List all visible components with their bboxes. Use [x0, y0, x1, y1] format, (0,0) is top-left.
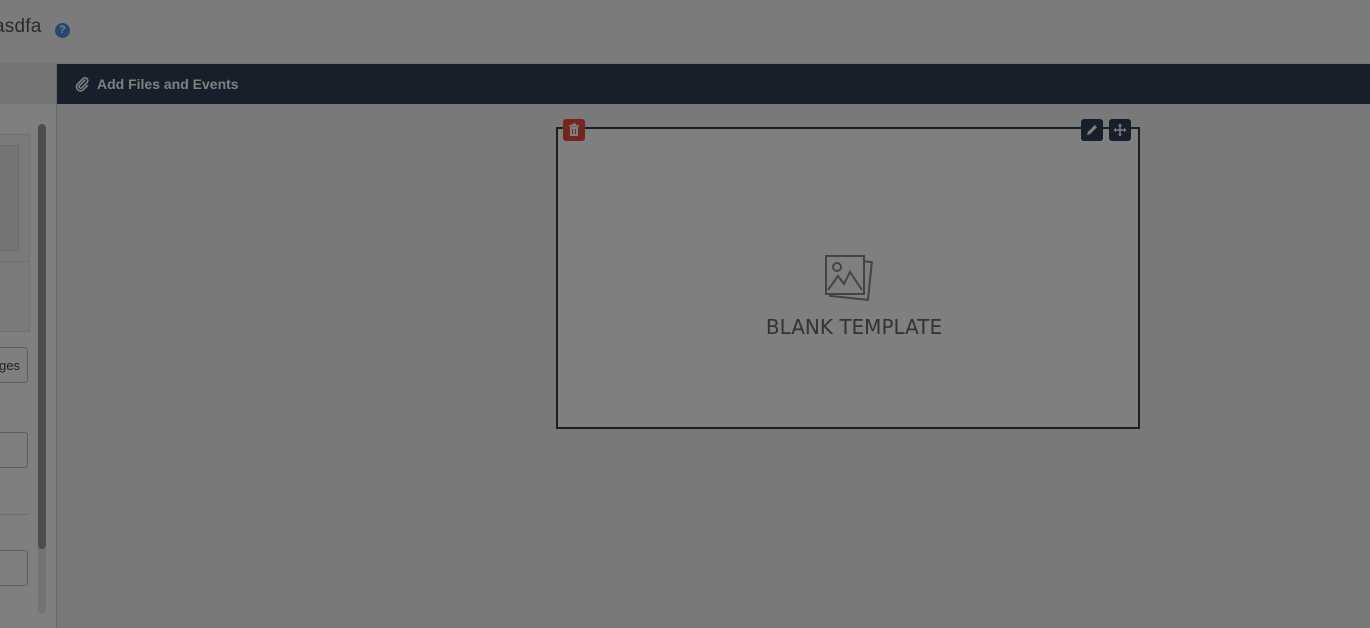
modal-backdrop[interactable]: [0, 0, 1370, 628]
